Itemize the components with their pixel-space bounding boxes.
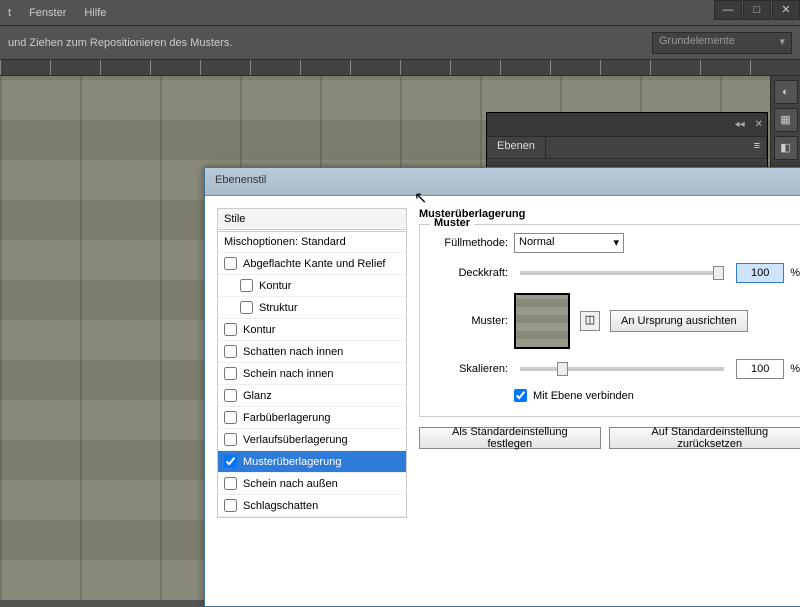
style-item-11[interactable]: Schlagschatten <box>218 495 406 517</box>
style-checkbox[interactable] <box>224 367 237 380</box>
panel-menu-icon[interactable]: ≡ <box>748 137 767 158</box>
make-default-button[interactable]: Als Standardeinstellung festlegen <box>419 427 601 449</box>
style-item-8[interactable]: Verlaufsüberlagerung <box>218 429 406 451</box>
style-item-10[interactable]: Schein nach außen <box>218 473 406 495</box>
link-layer-label: Mit Ebene verbinden <box>533 390 634 402</box>
style-item-5[interactable]: Schein nach innen <box>218 363 406 385</box>
style-checkbox[interactable] <box>224 433 237 446</box>
style-checkbox[interactable] <box>240 301 253 314</box>
style-label: Schein nach innen <box>243 368 334 380</box>
style-checkbox[interactable] <box>224 323 237 336</box>
color-panel-icon[interactable]: ◐ <box>774 80 798 104</box>
style-label: Struktur <box>259 302 298 314</box>
scale-label: Skalieren: <box>430 363 508 375</box>
opacity-label: Deckkraft: <box>430 267 508 279</box>
style-checkbox[interactable] <box>224 499 237 512</box>
style-item-2[interactable]: Struktur <box>218 297 406 319</box>
adjustments-panel-icon[interactable]: ◧ <box>774 136 798 160</box>
new-preset-button[interactable]: ◫ <box>580 311 600 331</box>
opacity-unit: % <box>790 267 800 279</box>
style-label: Kontur <box>259 280 291 292</box>
dialog-title: Ebenenstil <box>205 168 800 196</box>
style-checkbox[interactable] <box>224 455 237 468</box>
window-controls: — □ ✕ <box>713 0 800 20</box>
close-button[interactable]: ✕ <box>772 0 800 20</box>
style-item-4[interactable]: Schatten nach innen <box>218 341 406 363</box>
options-hint: und Ziehen zum Repositionieren des Muste… <box>8 37 232 49</box>
menu-item[interactable]: t <box>8 7 11 19</box>
workspace-dropdown[interactable]: Grundelemente <box>652 32 792 54</box>
snap-origin-button[interactable]: An Ursprung ausrichten <box>610 310 748 332</box>
panel-close-icon[interactable]: ✕ <box>755 119 763 130</box>
tab-layers[interactable]: Ebenen <box>487 137 546 158</box>
pattern-swatch[interactable] <box>514 293 570 349</box>
scale-unit: % <box>790 363 800 375</box>
blending-options-item[interactable]: Mischoptionen: Standard <box>218 232 406 253</box>
styles-list: Mischoptionen: Standard Abgeflachte Kant… <box>217 231 407 518</box>
style-item-1[interactable]: Kontur <box>218 275 406 297</box>
style-checkbox[interactable] <box>224 411 237 424</box>
scale-input[interactable] <box>736 359 784 379</box>
blend-mode-dropdown[interactable]: Normal <box>514 233 624 253</box>
menu-item-help[interactable]: Hilfe <box>84 7 106 19</box>
maximize-button[interactable]: □ <box>743 0 771 20</box>
menu-item-window[interactable]: Fenster <box>29 7 66 19</box>
opacity-slider[interactable] <box>520 271 724 275</box>
style-label: Musterüberlagerung <box>243 456 341 468</box>
minimize-button[interactable]: — <box>714 0 742 20</box>
section-title: Musterüberlagerung <box>419 208 800 220</box>
style-label: Abgeflachte Kante und Relief <box>243 258 386 270</box>
style-label: Schatten nach innen <box>243 346 343 358</box>
style-item-3[interactable]: Kontur <box>218 319 406 341</box>
opacity-input[interactable] <box>736 263 784 283</box>
blend-mode-label: Füllmethode: <box>430 237 508 249</box>
style-checkbox[interactable] <box>224 257 237 270</box>
styles-column: Stile Mischoptionen: Standard Abgeflacht… <box>217 208 407 594</box>
style-label: Kontur <box>243 324 275 336</box>
style-checkbox[interactable] <box>224 345 237 358</box>
style-checkbox[interactable] <box>240 279 253 292</box>
style-item-6[interactable]: Glanz <box>218 385 406 407</box>
fieldset-legend: Muster <box>430 217 474 229</box>
style-label: Schlagschatten <box>243 500 318 512</box>
options-bar: und Ziehen zum Repositionieren des Muste… <box>0 26 800 60</box>
style-item-0[interactable]: Abgeflachte Kante und Relief <box>218 253 406 275</box>
pattern-fieldset: Muster Füllmethode: Normal Deckkraft: % … <box>419 224 800 417</box>
link-layer-checkbox[interactable] <box>514 389 527 402</box>
swatches-panel-icon[interactable]: ▦ <box>774 108 798 132</box>
style-item-7[interactable]: Farbüberlagerung <box>218 407 406 429</box>
style-checkbox[interactable] <box>224 389 237 402</box>
pattern-label: Muster: <box>430 315 508 327</box>
layer-style-dialog: Ebenenstil Stile Mischoptionen: Standard… <box>204 167 800 607</box>
horizontal-ruler <box>0 60 800 76</box>
style-item-9[interactable]: Musterüberlagerung <box>218 451 406 473</box>
style-label: Verlaufsüberlagerung <box>243 434 348 446</box>
style-label: Glanz <box>243 390 272 402</box>
reset-default-button[interactable]: Auf Standardeinstellung zurücksetzen <box>609 427 800 449</box>
settings-column: Musterüberlagerung Muster Füllmethode: N… <box>419 208 800 594</box>
styles-header: Stile <box>217 208 407 230</box>
style-checkbox[interactable] <box>224 477 237 490</box>
panel-collapse-icon[interactable]: ◂◂ <box>735 119 745 130</box>
style-label: Schein nach außen <box>243 478 338 490</box>
menu-bar: t Fenster Hilfe — □ ✕ <box>0 0 800 26</box>
style-label: Farbüberlagerung <box>243 412 330 424</box>
scale-slider[interactable] <box>520 367 724 371</box>
